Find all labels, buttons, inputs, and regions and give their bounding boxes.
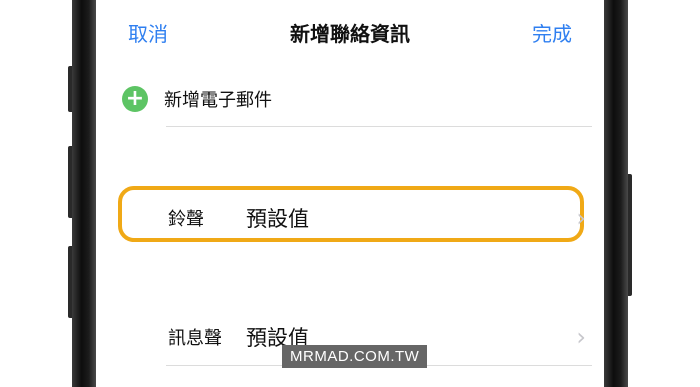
page-title: 新增聯絡資訊 [290,22,410,46]
ringtone-value: 預設值 [246,207,309,231]
phone-screen: 取消 新增聯絡資訊 完成 + 新增電子郵件 鈴聲 預設值 › 訊息聲 預設值 › [96,0,604,387]
done-button[interactable]: 完成 [532,18,572,47]
divider [166,126,592,127]
plus-circle-icon: + [122,86,148,112]
phone-bezel-left [72,0,96,387]
ringtone-row[interactable]: 鈴聲 預設值 › [168,198,586,238]
text-tone-label: 訊息聲 [168,328,222,349]
watermark: MRMAD.COM.TW [282,345,428,368]
chevron-right-icon: › [576,204,586,232]
phone-bezel-right [604,0,628,387]
chevron-right-icon: › [576,323,586,351]
ringtone-label: 鈴聲 [168,209,204,230]
add-email-row[interactable]: + 新增電子郵件 [122,86,272,112]
add-email-label: 新增電子郵件 [164,90,272,111]
